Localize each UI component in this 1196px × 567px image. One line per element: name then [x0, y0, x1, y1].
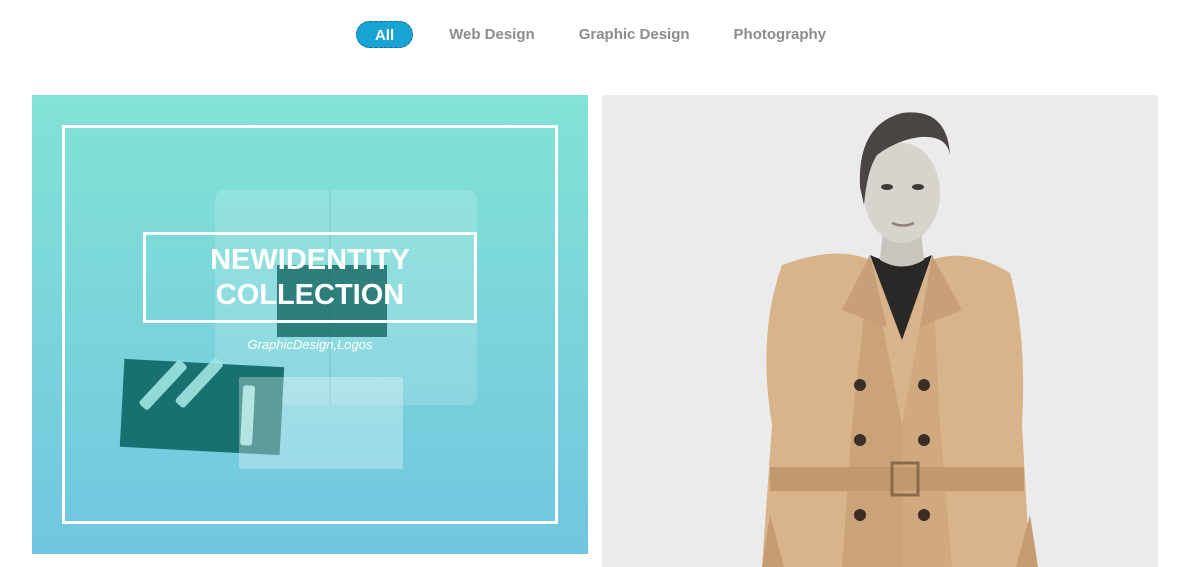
portfolio-filter-tabs: All Web Design Graphic Design Photograph…	[0, 20, 1196, 48]
title-line-2: COLLECTION	[215, 279, 405, 311]
portfolio-item-title: NEWIDENTITY COLLECTION	[143, 243, 477, 313]
title-line-1: NEWIDENTITY	[210, 244, 410, 276]
woman-trench-coat-image	[762, 112, 1038, 567]
portfolio-item-tags: GraphicDesign,Logos	[247, 337, 373, 352]
filter-all[interactable]: All	[355, 20, 414, 48]
filter-graphic-design[interactable]: Graphic Design	[565, 21, 704, 48]
portfolio-item-photo[interactable]	[602, 95, 1158, 567]
filter-web-design[interactable]: Web Design	[435, 21, 549, 48]
portfolio-page: All Web Design Graphic Design Photograph…	[0, 0, 1196, 567]
overlay-outer-frame	[62, 125, 558, 524]
portfolio-item-identity-collection[interactable]: NEWIDENTITY COLLECTION GraphicDesign,Log…	[32, 95, 588, 554]
filter-photography[interactable]: Photography	[720, 21, 841, 48]
